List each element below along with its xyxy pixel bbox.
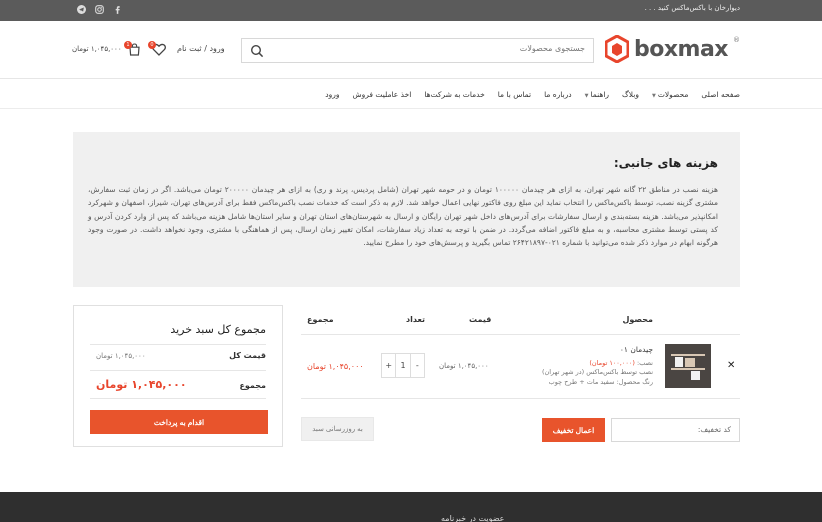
nav-item-products[interactable]: محصولات▼ (652, 90, 688, 99)
column-header-qty: تعداد (406, 315, 425, 324)
nav-item-login[interactable]: ورود (325, 90, 339, 99)
product-subtotal: ۱,۰۴۵,۰۰۰ تومان (307, 362, 364, 371)
divider (90, 344, 266, 345)
subtotal-value: ۱,۰۴۵,۰۰۰ تومان (96, 352, 146, 360)
nav-item-home[interactable]: صفحه اصلی (701, 90, 740, 99)
update-cart-button[interactable]: به روزرسانی سبد (301, 417, 374, 441)
qty-input[interactable]: 1 (395, 354, 411, 377)
top-bar: دیوارخان با باکس‌ماکس کنید . . . (0, 0, 822, 21)
nav-item-about[interactable]: درباره ما (544, 90, 572, 99)
welcome-text: دیوارخان با باکس‌ماکس کنید . . . (644, 4, 740, 12)
site-logo[interactable]: boxmax ® (604, 35, 740, 63)
column-header-product: محصول (622, 315, 653, 324)
nav-item-blog[interactable]: وبلاگ (622, 90, 639, 99)
nav-menu: صفحه اصلی محصولات▼ وبلاگ راهنما▼ درباره … (325, 90, 740, 99)
side-costs-notice: هزینه های جانبی: هزینه نصب در مناطق ۲۲ گ… (73, 132, 740, 287)
facebook-icon[interactable] (112, 4, 123, 15)
total-value: ۱,۰۴۵,۰۰۰ تومان (96, 378, 187, 391)
totals-title: مجموع کل سبد خرید (170, 323, 266, 336)
quantity-stepper: + 1 - (381, 353, 425, 378)
checkout-button[interactable]: اقدام به پرداخت (90, 410, 268, 434)
main-navigation: صفحه اصلی محصولات▼ وبلاگ راهنما▼ درباره … (0, 80, 822, 109)
nav-item-contact[interactable]: تماس با ما (498, 90, 531, 99)
logo-text: boxmax (633, 36, 729, 62)
boxmax-logo-icon (604, 35, 629, 63)
product-install-option: نصب: (۱۰۰,۰۰۰ تومان) (589, 359, 653, 367)
instagram-icon[interactable] (94, 4, 105, 15)
search-box (241, 38, 594, 63)
total-label: مجموع (239, 381, 266, 390)
column-header-price: قیمت (469, 315, 492, 324)
site-header: boxmax ® ورود / ثبت نام 0 1 ۱,۰۴۵,۰۰۰ تو… (0, 21, 822, 79)
product-name[interactable]: چیدمان ۰۱ (620, 345, 653, 354)
remove-item-icon[interactable]: ✕ (727, 360, 735, 371)
divider (301, 334, 740, 335)
login-register-link[interactable]: ورود / ثبت نام (177, 44, 225, 53)
chevron-down-icon: ▼ (584, 93, 589, 99)
product-thumbnail[interactable] (665, 344, 711, 388)
qty-decrease-button[interactable]: - (411, 354, 424, 377)
product-install-by: نصب توسط باکس‌ماکس (در شهر تهران) (541, 368, 653, 376)
header-cart-total[interactable]: ۱,۰۴۵,۰۰۰ تومان (72, 45, 122, 53)
site-footer: عضویت در خبرنامه (0, 492, 822, 522)
product-price: ۱,۰۴۵,۰۰۰ تومان (439, 362, 489, 370)
nav-item-corporate[interactable]: خدمات به شرکت‌ها (424, 90, 484, 99)
cart-totals-box: مجموع کل سبد خرید قیمت کل ۱,۰۴۵,۰۰۰ توما… (73, 305, 283, 447)
product-color: رنگ محصول: سفید مات + طرح چوب (548, 378, 653, 386)
cart-count-badge: 1 (124, 41, 132, 49)
newsletter-title: عضویت در خبرنامه (441, 514, 505, 522)
notice-body: هزینه نصب در مناطق ۲۲ گانه شهر تهران، به… (88, 185, 718, 248)
social-links (76, 4, 123, 15)
apply-coupon-button[interactable]: اعمال تخفیف (542, 418, 605, 442)
subtotal-label: قیمت کل (229, 351, 266, 360)
divider (301, 398, 740, 399)
divider (90, 370, 266, 371)
nav-item-guide[interactable]: راهنما▼ (585, 90, 609, 99)
telegram-icon[interactable] (76, 4, 87, 15)
divider (90, 398, 266, 399)
column-header-subtotal: مجموع (307, 315, 334, 324)
search-input[interactable] (285, 44, 585, 53)
qty-increase-button[interactable]: + (382, 354, 395, 377)
logo-registered-mark: ® (733, 36, 740, 44)
chevron-down-icon: ▼ (651, 93, 656, 99)
search-icon[interactable] (250, 44, 264, 58)
nav-item-dealership[interactable]: اخذ عاملیت فروش (353, 90, 412, 99)
coupon-input[interactable]: کد تخفیف: (611, 418, 740, 442)
wishlist-count-badge: 0 (148, 41, 156, 49)
notice-title: هزینه های جانبی: (613, 156, 718, 170)
